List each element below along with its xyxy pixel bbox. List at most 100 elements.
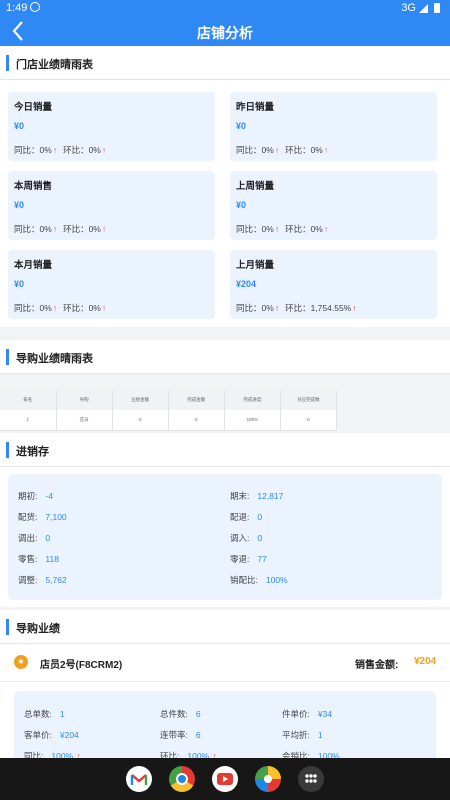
stat-value: ¥204 [59,730,79,740]
guide-perf-table: 排名 导购 业绩金额 完成金额 完成进度 对应完成数 1 店员 0 0 100% 0 [0,390,338,431]
arrow-up-icon: ↑ [101,145,107,155]
table-cell: 100% [224,410,281,431]
table-row[interactable]: 1 店员 0 0 100% 0 [0,410,338,431]
battery-icon [434,3,440,13]
card-title: 本周销售 [14,181,53,192]
stat-value: 1 [59,709,65,719]
section-inventory: 进销存 [0,433,450,467]
inventory-label: 零退: [230,554,250,564]
table-cell: 0 [168,410,225,431]
staff-stats-box: 总单数: 1 总件数: 6 件单价: ¥34 客单价: ¥204 连带率: 6 平均折: 1 同比: 10… [14,691,436,758]
card-title: 今日销量 [14,102,53,113]
card-title: 本月销量 [14,260,53,271]
mom-label: 环比： [285,145,311,155]
inventory-value: -4 [45,491,53,501]
play-icon [223,776,228,782]
apps-icon[interactable] [298,766,324,792]
sales-card[interactable]: 今日销量 ¥0 同比：0%↑ 环比：0%↑ [8,92,215,161]
section-guide-perf: 导购业绩晴雨表 [0,340,450,374]
table-header-cell: 业绩金额 [112,390,169,410]
stat-value: 1 [317,730,323,740]
table-cell: 0 [280,410,338,431]
sales-card[interactable]: 昨日销量 ¥0 同比：0%↑ 环比：0%↑ [230,92,437,161]
yoy-value: 0% [261,224,274,234]
section-accent [6,55,9,71]
staff-stat: 连带率: 6 [160,729,201,741]
section-store-perf: 门店业绩晴雨表 [0,46,450,80]
sales-card[interactable]: 本月销量 ¥0 同比：0%↑ 环比：0%↑ [8,250,215,319]
stat-label: 总件数: [160,709,188,719]
inventory-label: 配退: [230,512,250,522]
sales-card[interactable]: 上月销量 ¥204 同比：0%↑ 环比：1,754.55%↑ [230,250,437,319]
card-value: ¥0 [14,121,25,131]
inventory-value: 0 [257,512,263,522]
inventory-item: 零退: 77 [230,553,267,565]
sales-card[interactable]: 本周销售 ¥0 同比：0%↑ 环比：0%↑ [8,171,215,240]
stat-value: 100% [317,751,340,758]
card-value: ¥204 [236,279,257,289]
inventory-box: 期初: -4 期末: 12,817 配货: 7,100 配退: 0 调出: 0 调入: 0 零售: 118… [8,474,442,600]
staff-stat: 平均折: 1 [282,729,323,741]
arrow-up-icon: ↑ [52,224,58,234]
staff-stat: 环比: 100% ↑ [160,750,223,758]
yoy-value: 0% [261,303,274,313]
staff-stat: 同比: 100% ↑ [24,750,87,758]
table-header-cell: 完成进度 [224,390,281,410]
card-compare: 同比：0%↑ 环比：0%↑ [236,144,334,156]
inventory-item: 配货: 7,100 [18,511,67,523]
card-value: ¥0 [14,279,25,289]
sales-amount-label: 销售金额: [355,660,399,671]
inventory-label: 期末: [230,491,250,501]
section-title: 导购业绩 [16,623,60,635]
section-accent [6,619,9,635]
medal-icon: ★ [14,655,28,669]
gmail-icon[interactable] [126,766,152,792]
mom-value: 0% [310,224,323,234]
mom-label: 环比： [63,224,89,234]
card-compare: 同比：0%↑ 环比：0%↑ [14,144,112,156]
card-compare: 同比：0%↑ 环比：0%↑ [14,302,112,314]
table-cell: 0 [112,410,169,431]
staff-row[interactable]: ★ 店员2号(F8CRM2) 销售金额: ¥204 [0,644,450,682]
arrow-up-icon: ↑ [52,303,58,313]
main-content[interactable]: 门店业绩晴雨表 今日销量 ¥0 同比：0%↑ 环比：0%↑ 昨日销量 ¥0 同比：0%↑ 环比… [0,46,450,758]
signal-icon [419,4,428,13]
stat-label: 客单价: [24,730,52,740]
mom-label: 环比： [285,303,311,313]
arrow-up-icon: ↑ [101,303,107,313]
card-title: 上周销量 [236,181,275,192]
inventory-value: 77 [257,554,267,564]
staff-stat: 客单价: ¥204 [24,729,79,741]
mom-label: 环比： [63,145,89,155]
table-header-row: 排名 导购 业绩金额 完成金额 完成进度 对应完成数 [0,390,338,410]
status-bar: 1:49 3G [0,0,450,16]
yoy-value: 0% [39,145,52,155]
inventory-value: 12,817 [257,491,284,501]
inventory-value: 100% [265,575,288,585]
staff-stat: 会销比: 100% [282,750,340,758]
arrow-up-icon: ↑ [274,224,280,234]
stat-value: 100% [187,751,210,758]
mom-value: 0% [88,303,101,313]
mom-label: 环比： [285,224,311,234]
stat-label: 连带率: [160,730,188,740]
section-title: 导购业绩晴雨表 [16,353,93,365]
page-title: 店铺分析 [197,25,253,41]
mom-value: 0% [310,145,323,155]
yoy-label: 同比： [14,145,40,155]
card-compare: 同比：0%↑ 环比：0%↑ [236,223,334,235]
inventory-value: 0 [45,533,51,543]
photos-icon[interactable] [255,766,281,792]
chrome-icon[interactable] [169,766,195,792]
table-header-cell: 完成金额 [168,390,225,410]
sales-card[interactable]: 上周销量 ¥0 同比：0%↑ 环比：0%↑ [230,171,437,240]
youtube-icon[interactable] [212,766,238,792]
stat-value: 100% [51,751,74,758]
card-value: ¥0 [236,121,247,131]
inventory-label: 调整: [18,575,38,585]
section-title: 门店业绩晴雨表 [16,59,93,71]
arrow-up-icon: ↑ [101,224,107,234]
inventory-label: 调出: [18,533,38,543]
sync-icon [30,2,40,12]
inventory-item: 配退: 0 [230,511,262,523]
